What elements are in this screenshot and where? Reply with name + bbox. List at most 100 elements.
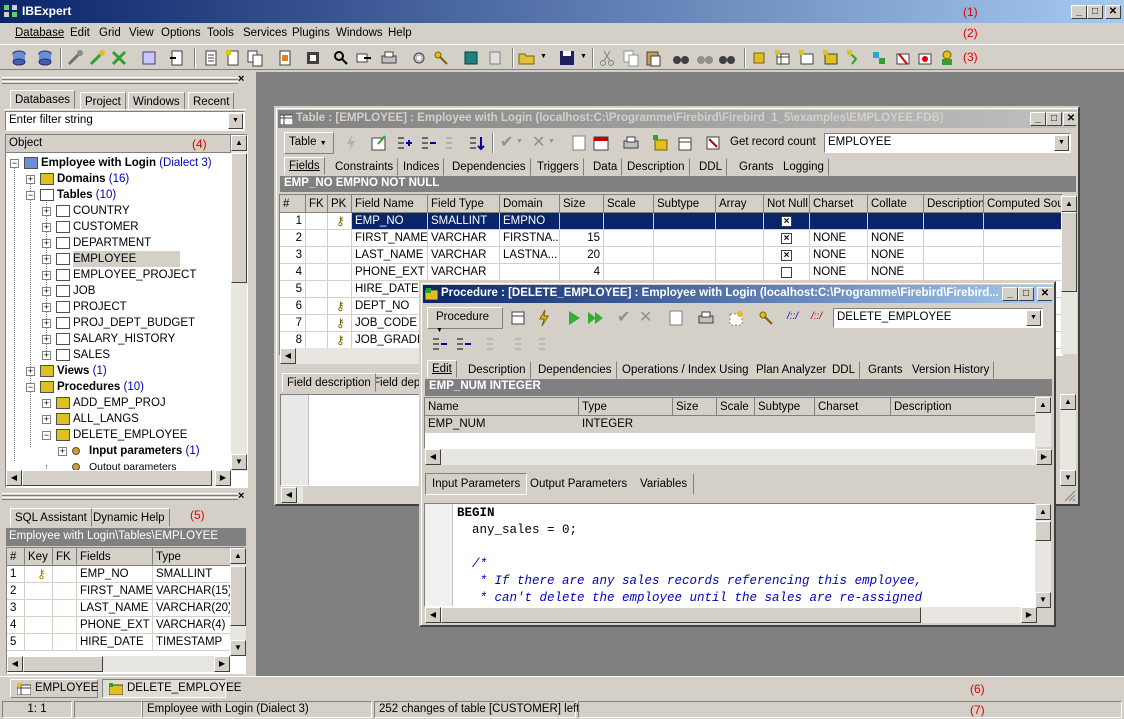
chevron-down-icon[interactable]: ▼ bbox=[228, 113, 243, 129]
find-next-icon[interactable] bbox=[696, 49, 714, 67]
chevron-down-icon[interactable]: ▼ bbox=[516, 138, 523, 145]
close-icon[interactable]: × bbox=[238, 73, 244, 85]
menu-view[interactable]: View bbox=[129, 27, 154, 39]
grid-cell[interactable]: VARCHAR bbox=[428, 230, 500, 247]
param-cell[interactable] bbox=[755, 416, 815, 433]
tree-item[interactable]: Employee with Login (Dialect 3) bbox=[41, 155, 212, 171]
grid-cell[interactable]: NONE bbox=[868, 264, 924, 281]
new-domain-icon[interactable] bbox=[750, 49, 768, 67]
db-registration-info-icon[interactable] bbox=[140, 49, 158, 67]
field-cell[interactable]: PHONE_EXT bbox=[77, 617, 153, 634]
keys-icon[interactable] bbox=[432, 49, 450, 67]
scroll-up-icon[interactable]: ▲ bbox=[1061, 196, 1077, 212]
tree-item[interactable]: ALL_LANGS bbox=[73, 411, 139, 427]
add-field-icon[interactable] bbox=[396, 134, 414, 152]
not-null-checkbox[interactable]: × bbox=[781, 216, 792, 227]
insert-field-icon[interactable] bbox=[420, 134, 438, 152]
menu-options[interactable]: Options bbox=[161, 27, 201, 39]
fields-column-header[interactable]: Computed Source bbox=[984, 195, 1062, 213]
scroll-up-icon[interactable]: ▲ bbox=[1035, 397, 1051, 413]
grid-cell[interactable]: 8 bbox=[280, 332, 306, 349]
fields-vscroll[interactable]: ▲ bbox=[1061, 196, 1077, 354]
grid-cell[interactable]: DEPT_NO bbox=[352, 298, 428, 315]
move-up-param-icon[interactable] bbox=[513, 335, 531, 353]
chevron-down-icon[interactable]: ▼ bbox=[1054, 135, 1069, 151]
script-icon[interactable] bbox=[704, 134, 722, 152]
edit-table-icon[interactable] bbox=[370, 134, 388, 152]
tree-expand-icon[interactable]: + bbox=[42, 399, 51, 408]
copy-object-icon[interactable] bbox=[246, 49, 264, 67]
commit-icon[interactable]: ✔ bbox=[500, 132, 513, 152]
grid-cell[interactable] bbox=[984, 264, 1062, 281]
params-column-header[interactable]: Description bbox=[891, 398, 1035, 416]
grid-cell[interactable] bbox=[924, 247, 984, 264]
not-null-checkbox[interactable] bbox=[781, 267, 792, 278]
tab-variables[interactable]: Variables bbox=[633, 473, 695, 495]
param-name-cell[interactable]: EMP_NUM bbox=[425, 416, 579, 433]
new-view-icon[interactable] bbox=[798, 49, 816, 67]
grid-cell[interactable]: NONE bbox=[810, 247, 868, 264]
scroll-left-icon[interactable]: ◀ bbox=[425, 607, 441, 623]
scroll-left-icon[interactable]: ◀ bbox=[281, 487, 297, 503]
procedure-code-editor[interactable]: BEGIN any_sales = 0; /* * If there are a… bbox=[424, 503, 1036, 607]
scroll-thumb[interactable] bbox=[1061, 212, 1077, 292]
fields-column-header[interactable]: PK bbox=[328, 195, 352, 213]
field-cell[interactable]: EMP_NO bbox=[77, 566, 153, 583]
tree-expand-icon[interactable]: + bbox=[42, 303, 51, 312]
insert-param-icon[interactable] bbox=[455, 335, 473, 353]
params-hscroll[interactable]: ◀ ▶ bbox=[425, 449, 1052, 465]
grid-cell[interactable] bbox=[654, 264, 716, 281]
grid-cell[interactable] bbox=[984, 213, 1062, 230]
new-role-icon[interactable] bbox=[938, 49, 956, 67]
resize-grip-icon[interactable] bbox=[1062, 488, 1076, 502]
grid-cell[interactable] bbox=[500, 264, 560, 281]
reconnect-db-icon[interactable] bbox=[88, 49, 106, 67]
param-cell[interactable] bbox=[891, 416, 1035, 433]
grid-cell[interactable] bbox=[328, 247, 352, 264]
grid-cell[interactable]: VARCHAR bbox=[428, 247, 500, 264]
grid-cell[interactable] bbox=[716, 247, 764, 264]
assistant-column-header[interactable]: FK bbox=[53, 548, 77, 566]
field-description-editor[interactable] bbox=[280, 394, 420, 486]
tree-expand-icon[interactable]: + bbox=[42, 239, 51, 248]
disconnect-db-icon[interactable] bbox=[110, 49, 128, 67]
assistant-column-header[interactable]: # bbox=[7, 548, 25, 566]
taskbar-delete-employee[interactable]: DELETE_EMPLOYEE bbox=[102, 679, 241, 698]
tab-dynamic-help[interactable]: Dynamic Help bbox=[88, 508, 170, 527]
tab-ddl[interactable]: DDL bbox=[694, 158, 728, 176]
scroll-right-icon[interactable]: ▶ bbox=[1036, 449, 1052, 465]
param-type-cell[interactable]: INTEGER bbox=[579, 416, 673, 433]
params-column-header[interactable]: Name bbox=[425, 398, 579, 416]
field-cell[interactable]: FIRST_NAME bbox=[77, 583, 153, 600]
tree-expand-icon[interactable]: + bbox=[26, 367, 35, 376]
scroll-right-icon[interactable]: ▶ bbox=[215, 470, 231, 486]
calendar-icon[interactable] bbox=[592, 134, 610, 152]
tab-field-description[interactable]: Field description bbox=[282, 373, 376, 392]
tree-expand-icon[interactable]: + bbox=[42, 287, 51, 296]
grid-cell[interactable] bbox=[654, 247, 716, 264]
grid-cell[interactable] bbox=[604, 264, 654, 281]
tree-expand-icon[interactable]: − bbox=[26, 383, 35, 392]
tree-expand-icon[interactable]: + bbox=[42, 319, 51, 328]
assistant-hscroll[interactable]: ◀ ▶ bbox=[7, 656, 230, 672]
grid-cell[interactable] bbox=[306, 264, 328, 281]
new-sql-editor-icon[interactable] bbox=[202, 49, 220, 67]
code-vscroll[interactable]: ▲ ▼ bbox=[1035, 504, 1051, 608]
tree-item[interactable]: EMPLOYEE bbox=[73, 251, 181, 267]
grid-cell[interactable] bbox=[716, 264, 764, 281]
grid-cell[interactable] bbox=[306, 315, 328, 332]
find-icon[interactable] bbox=[672, 49, 690, 67]
grid-cell[interactable]: FIRSTNA... bbox=[500, 230, 560, 247]
grid-cell[interactable] bbox=[984, 247, 1062, 264]
print-icon[interactable] bbox=[622, 134, 640, 152]
desc-vscroll[interactable]: ▲ ▼ bbox=[1060, 394, 1076, 486]
lock-table-icon[interactable] bbox=[652, 134, 670, 152]
compile-icon[interactable] bbox=[342, 134, 360, 152]
scroll-up-icon[interactable]: ▲ bbox=[1035, 504, 1051, 520]
grid-cell[interactable] bbox=[328, 230, 352, 247]
scroll-down-icon[interactable]: ▼ bbox=[1035, 592, 1051, 608]
grid-cell[interactable]: JOB_CODE bbox=[352, 315, 428, 332]
param-cell[interactable] bbox=[673, 416, 717, 433]
commit-icon[interactable]: ✔ bbox=[617, 307, 630, 327]
drop-field-icon[interactable] bbox=[444, 134, 462, 152]
